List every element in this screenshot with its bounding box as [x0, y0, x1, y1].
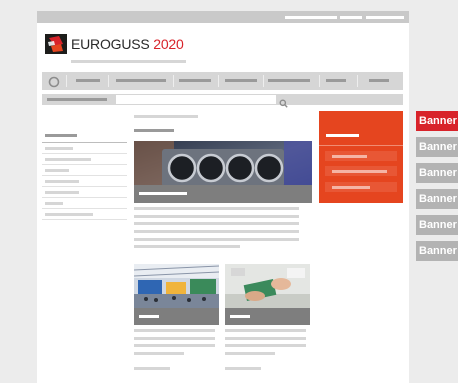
search-input[interactable] — [116, 95, 276, 104]
hero-caption-bar — [134, 185, 312, 203]
banner-ad[interactable]: Banner — [416, 137, 458, 157]
breadcrumb-placeholder — [47, 98, 107, 101]
teaser-caption-bar — [134, 308, 219, 325]
nav-item[interactable] — [116, 79, 166, 82]
banner-ad[interactable]: Banner — [416, 241, 458, 261]
teaser-caption-bar — [225, 308, 310, 325]
sidebar-item[interactable] — [45, 180, 79, 183]
brand-name: EUROGUSS — [71, 36, 150, 52]
nav-item[interactable] — [326, 79, 346, 82]
utility-link[interactable] — [366, 16, 404, 19]
banner-ad[interactable]: Banner — [416, 163, 458, 183]
hero-caption-placeholder — [139, 192, 187, 195]
search-icon[interactable] — [279, 95, 288, 108]
sidebar-item[interactable] — [45, 191, 79, 194]
top-utility-bar — [37, 11, 409, 23]
tagline-placeholder — [71, 60, 186, 63]
teaser-image-exhibition-hall[interactable] — [134, 264, 219, 308]
nav-item[interactable] — [225, 79, 257, 82]
sidebar-item[interactable] — [45, 169, 69, 172]
nav-item[interactable] — [369, 79, 389, 82]
utility-link[interactable] — [340, 16, 362, 19]
main-navigation — [42, 72, 403, 90]
sidebar-item[interactable] — [45, 147, 73, 150]
footer-placeholder — [134, 367, 170, 370]
nav-item[interactable] — [179, 79, 211, 82]
footer-placeholder — [225, 367, 261, 370]
banner-ad[interactable]: Banner — [416, 189, 458, 209]
banner-ad[interactable]: Banner — [416, 215, 458, 235]
sidebar-item[interactable] — [45, 158, 91, 161]
promo-heading — [326, 134, 359, 137]
brand-year: 2020 — [153, 36, 184, 52]
banner-ad[interactable]: Banner — [416, 111, 458, 131]
euroguss-logo-icon[interactable] — [45, 34, 67, 54]
content-heading — [134, 129, 174, 132]
brand-logo-text[interactable]: EUROGUSS 2020 — [71, 36, 184, 52]
home-icon[interactable] — [48, 75, 60, 88]
sidebar-item[interactable] — [45, 213, 93, 216]
sidebar-heading — [45, 134, 77, 137]
utility-link[interactable] — [285, 16, 337, 19]
breadcrumb-placeholder — [134, 115, 198, 118]
sidebar-item[interactable] — [45, 202, 63, 205]
nav-item[interactable] — [76, 79, 100, 82]
promo-box[interactable] — [319, 111, 403, 203]
search-bar — [42, 94, 403, 108]
nav-item[interactable] — [268, 79, 310, 82]
teaser-image-handshake[interactable] — [225, 264, 310, 308]
